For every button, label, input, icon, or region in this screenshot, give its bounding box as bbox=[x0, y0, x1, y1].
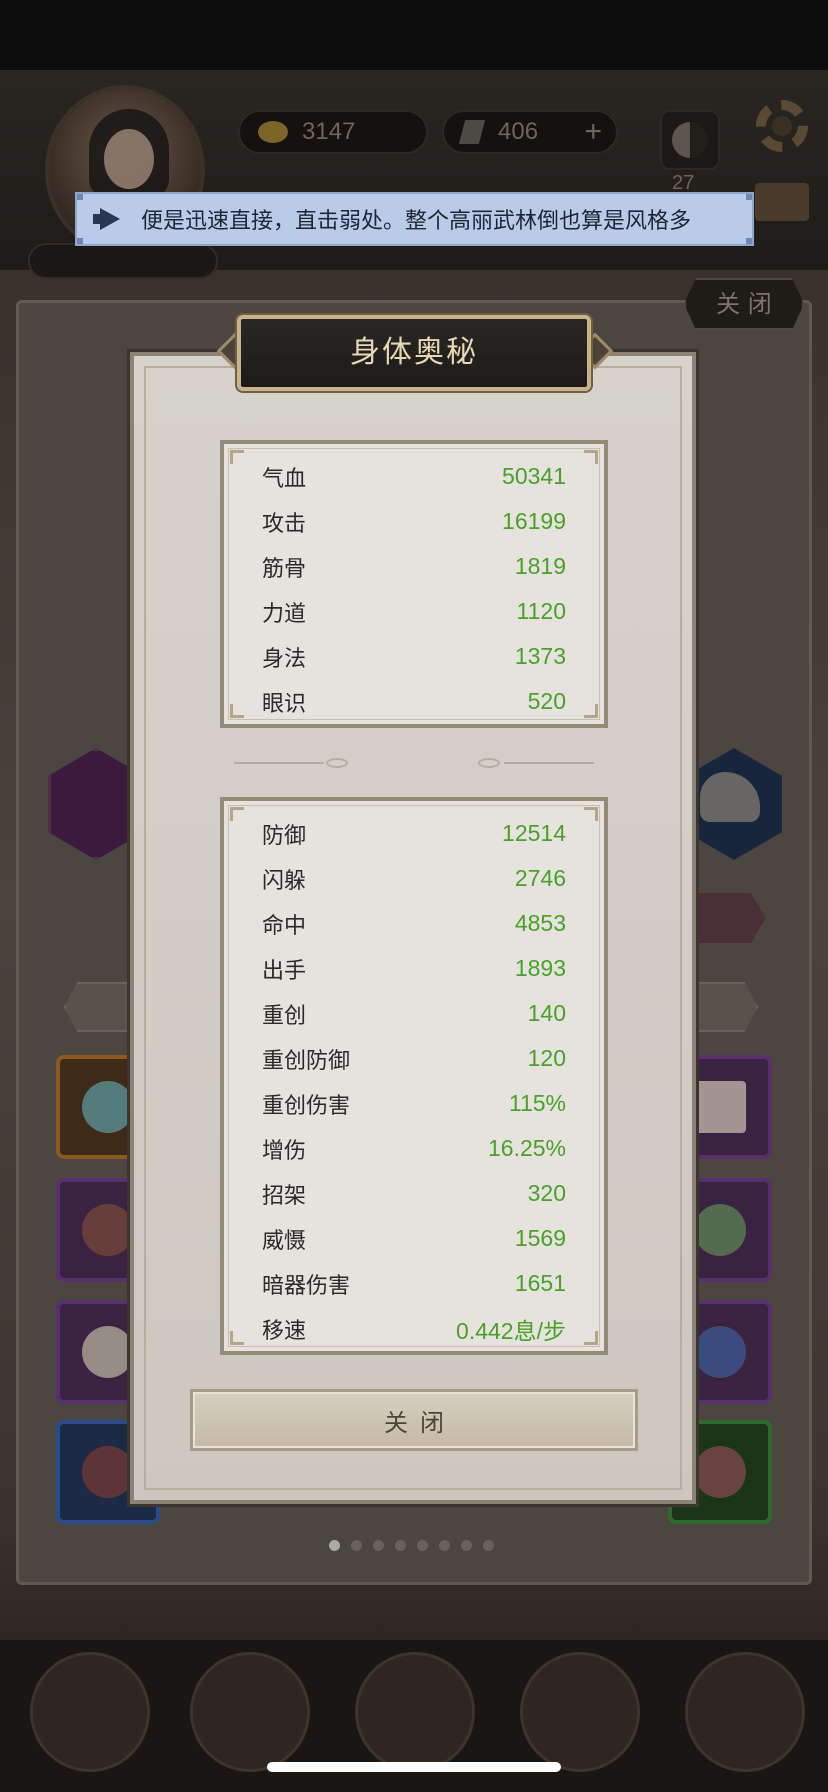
dialog-title-bar: 身体奥秘 bbox=[237, 315, 591, 391]
nav-button[interactable] bbox=[520, 1652, 640, 1772]
stat-label: 筋骨 bbox=[262, 556, 307, 582]
stat-row-dodge: 闪躲 2746 bbox=[224, 856, 604, 901]
item-orb-icon bbox=[694, 1326, 746, 1378]
stat-label: 招架 bbox=[262, 1183, 307, 1209]
stat-label: 力道 bbox=[262, 601, 307, 627]
item-fruit-icon bbox=[694, 1446, 746, 1498]
stat-label: 增伤 bbox=[262, 1138, 307, 1164]
nav-button[interactable] bbox=[30, 1652, 150, 1772]
sort-button[interactable] bbox=[690, 893, 766, 943]
stat-value: 1373 bbox=[514, 643, 566, 669]
stat-label: 重创 bbox=[262, 1003, 307, 1029]
portrait-face bbox=[104, 129, 154, 189]
player-name-plate bbox=[28, 243, 218, 279]
taiji-icon[interactable] bbox=[660, 110, 720, 170]
nav-button[interactable] bbox=[190, 1652, 310, 1772]
stat-row-hp: 气血 50341 bbox=[224, 454, 604, 499]
stat-row-perception: 眼识 520 bbox=[224, 679, 604, 724]
stat-value: 1651 bbox=[514, 1270, 566, 1296]
stat-value: 12514 bbox=[502, 820, 566, 846]
mail-icon[interactable] bbox=[755, 183, 809, 221]
jade-resource: 406 + bbox=[442, 110, 618, 154]
stat-value: 1893 bbox=[514, 955, 566, 981]
stat-row-hidden-weapon-damage: 暗器伤害 1651 bbox=[224, 1261, 604, 1306]
stat-value: 115% bbox=[508, 1090, 566, 1116]
stat-label: 身法 bbox=[262, 646, 307, 672]
stat-value: 120 bbox=[527, 1045, 566, 1071]
jade-value: 406 bbox=[498, 118, 539, 145]
stat-value: 16.25% bbox=[487, 1135, 566, 1161]
stat-value: 16199 bbox=[502, 508, 566, 534]
stat-row-intimidation: 威慑 1569 bbox=[224, 1216, 604, 1261]
stat-value: 4853 bbox=[514, 910, 566, 936]
stat-row-damage-bonus: 增伤 16.25% bbox=[224, 1126, 604, 1171]
stat-value: 1569 bbox=[514, 1225, 566, 1251]
stat-label: 防御 bbox=[262, 823, 307, 849]
item-scroll-icon bbox=[694, 1081, 746, 1133]
stat-row-critical-defense: 重创防御 120 bbox=[224, 1036, 604, 1081]
stat-label: 威慑 bbox=[262, 1228, 307, 1254]
stat-label: 气血 bbox=[262, 466, 307, 492]
stat-row-constitution: 筋骨 1819 bbox=[224, 544, 604, 589]
stat-row-critical: 重创 140 bbox=[224, 991, 604, 1036]
stat-value: 320 bbox=[527, 1180, 566, 1206]
nav-button[interactable] bbox=[355, 1652, 475, 1772]
stat-row-parry: 招架 320 bbox=[224, 1171, 604, 1216]
stat-label: 眼识 bbox=[262, 691, 307, 717]
stat-value: 140 bbox=[527, 1000, 566, 1026]
primary-stats-box: 气血 50341 攻击 16199 筋骨 1819 力道 1120 身法 1373 眼识 5… bbox=[220, 440, 608, 728]
gold-ingot-icon bbox=[258, 121, 288, 143]
item-egg-icon bbox=[82, 1081, 134, 1133]
stat-row-initiative: 出手 1893 bbox=[224, 946, 604, 991]
section-divider bbox=[234, 758, 594, 768]
stat-row-strength: 力道 1120 bbox=[224, 589, 604, 634]
stat-value: 0.442息/步 bbox=[456, 1317, 566, 1344]
stat-label: 闪躲 bbox=[262, 868, 307, 894]
page-indicator bbox=[329, 1536, 505, 1551]
gold-value: 3147 bbox=[302, 118, 356, 145]
add-jade-button[interactable]: + bbox=[584, 112, 602, 152]
item-meat-icon bbox=[82, 1204, 134, 1256]
stat-row-critical-damage: 重创伤害 115% bbox=[224, 1081, 604, 1126]
stat-label: 命中 bbox=[262, 913, 307, 939]
stat-value: 1819 bbox=[514, 553, 566, 579]
megaphone-icon bbox=[93, 208, 123, 230]
stat-row-defense: 防御 12514 bbox=[224, 811, 604, 856]
stat-label: 暗器伤害 bbox=[262, 1273, 351, 1299]
stat-row-move-speed: 移速 0.442息/步 bbox=[224, 1306, 604, 1351]
notice-text: 便是迅速直接，直击弱处。整个高丽武林倒也算是风格多 bbox=[141, 209, 692, 234]
stat-row-accuracy: 命中 4853 bbox=[224, 901, 604, 946]
stat-label: 攻击 bbox=[262, 511, 307, 537]
settings-gear-icon[interactable] bbox=[756, 100, 808, 152]
close-button-label: 关闭 bbox=[384, 1408, 456, 1437]
item-pearl-icon bbox=[82, 1326, 134, 1378]
stat-label: 重创伤害 bbox=[262, 1093, 351, 1119]
jade-icon bbox=[458, 120, 486, 144]
notice-banner: 便是迅速直接，直击弱处。整个高丽武林倒也算是风格多 bbox=[75, 192, 754, 246]
stat-value: 50341 bbox=[502, 463, 566, 489]
close-button[interactable]: 关闭 bbox=[190, 1389, 638, 1451]
stat-value: 2746 bbox=[514, 865, 566, 891]
nav-button[interactable] bbox=[685, 1652, 805, 1772]
home-indicator[interactable] bbox=[267, 1762, 561, 1772]
secondary-stats-box: 防御 12514 闪躲 2746 命中 4853 出手 1893 重创 140 重创防御 1… bbox=[220, 797, 608, 1355]
stat-label: 出手 bbox=[262, 958, 307, 984]
stat-label: 重创防御 bbox=[262, 1048, 351, 1074]
item-jade-icon bbox=[694, 1204, 746, 1256]
background-close-button[interactable]: 关 闭 bbox=[684, 278, 804, 330]
gold-resource: 3147 bbox=[238, 110, 428, 154]
dialog-title: 身体奥秘 bbox=[350, 335, 478, 370]
stat-label: 移速 bbox=[262, 1318, 307, 1344]
stat-value: 1120 bbox=[516, 598, 566, 624]
stat-row-agility: 身法 1373 bbox=[224, 634, 604, 679]
stat-row-attack: 攻击 16199 bbox=[224, 499, 604, 544]
item-token-icon bbox=[82, 1446, 134, 1498]
stat-value: 520 bbox=[527, 688, 566, 714]
